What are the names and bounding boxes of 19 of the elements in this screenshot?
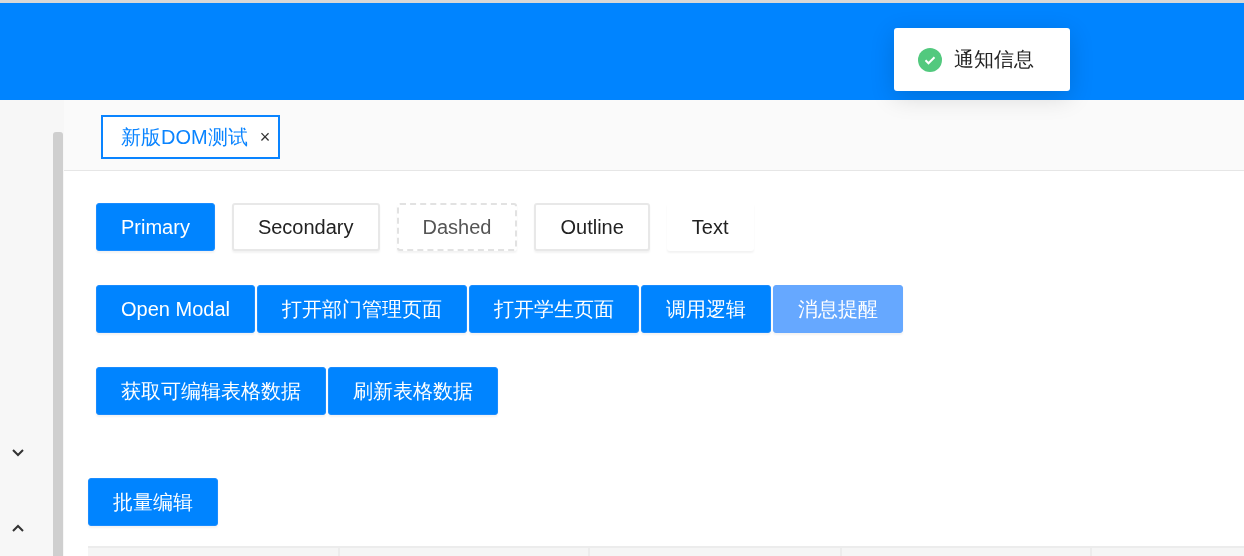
button[interactable]: Primary: [96, 203, 215, 251]
tab-label: 新版DOM测试: [121, 124, 248, 150]
close-icon[interactable]: ×: [259, 126, 271, 148]
chevron-down-icon[interactable]: [11, 448, 25, 458]
button[interactable]: 获取可编辑表格数据: [96, 367, 326, 415]
button[interactable]: Text: [666, 203, 754, 251]
button[interactable]: 调用逻辑: [640, 285, 771, 333]
check-circle-icon: [918, 47, 942, 72]
button[interactable]: Open Modal: [96, 285, 255, 333]
button[interactable]: 批量编辑: [88, 478, 218, 526]
button[interactable]: 打开学生页面: [468, 285, 639, 333]
notification-message: 通知信息: [954, 47, 1034, 72]
tab[interactable]: 新版DOM测试 ×: [101, 115, 281, 159]
button[interactable]: 打开部门管理页面: [256, 285, 467, 333]
button[interactable]: 刷新表格数据: [328, 367, 498, 415]
button[interactable]: Dashed: [396, 203, 518, 251]
button[interactable]: Secondary: [231, 203, 380, 251]
button[interactable]: Outline: [534, 203, 650, 251]
chevron-up-icon[interactable]: [11, 523, 25, 533]
